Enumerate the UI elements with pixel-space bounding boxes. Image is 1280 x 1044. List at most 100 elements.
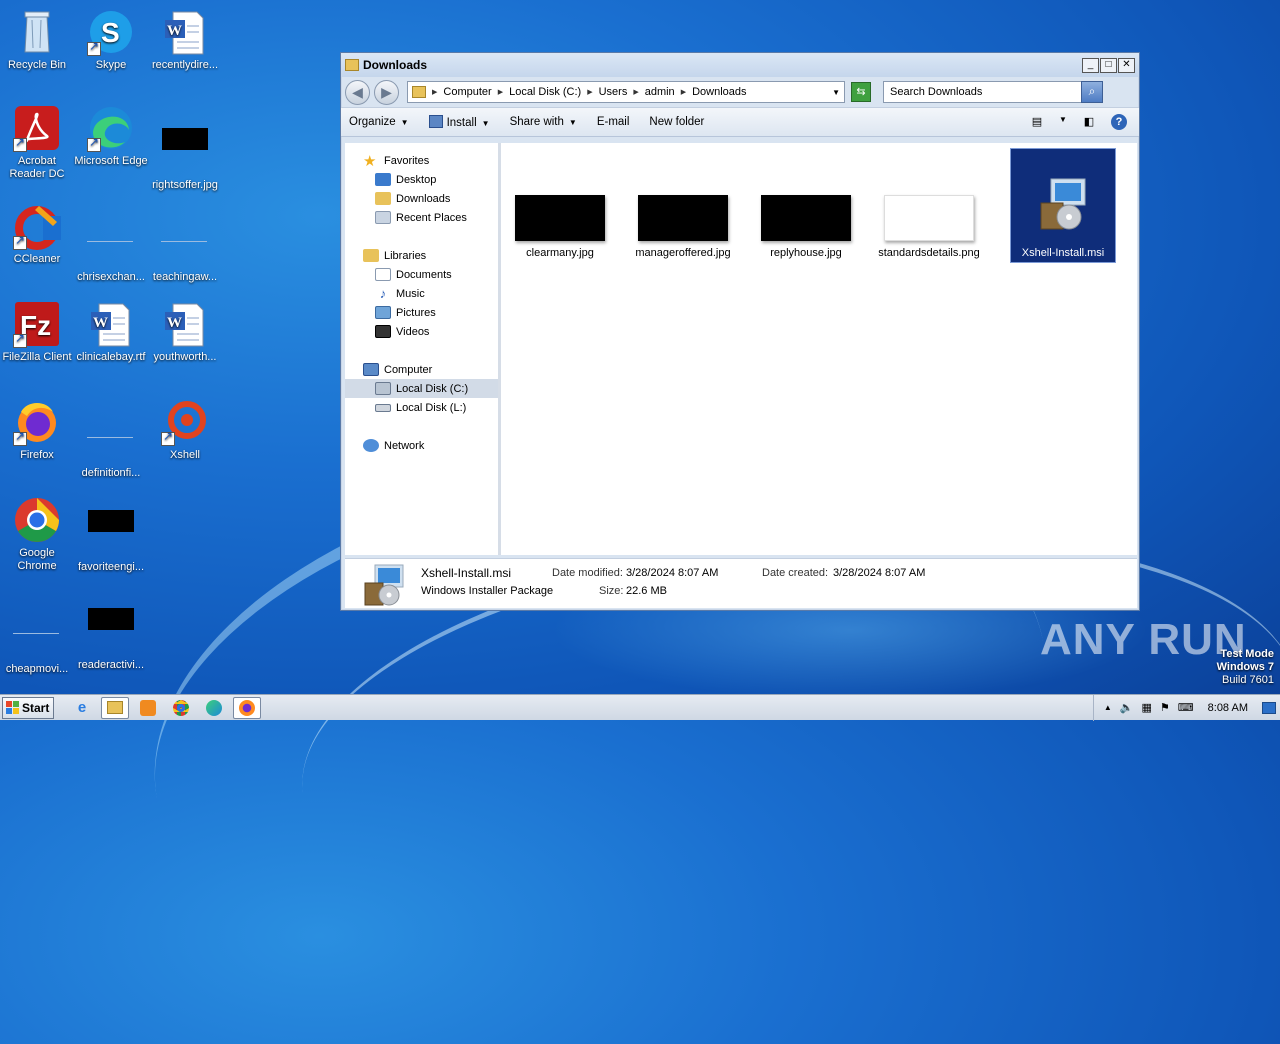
desktop-icon-skype[interactable]: S Skype bbox=[74, 8, 148, 72]
desktop-icon-filezilla[interactable]: Fz FileZilla Client bbox=[0, 300, 74, 364]
keyboard-icon[interactable]: ⌨ bbox=[1178, 701, 1194, 714]
file-item[interactable]: manageroffered.jpg bbox=[632, 195, 734, 260]
network-status-icon[interactable]: ▦ bbox=[1141, 701, 1151, 714]
volume-icon[interactable]: 🔈 bbox=[1120, 701, 1134, 714]
desktop-icon-readeractivi[interactable]: readeractivi... bbox=[74, 594, 148, 672]
back-button[interactable]: ◀ bbox=[345, 79, 370, 105]
desktop-icon-label: Google Chrome bbox=[17, 547, 57, 572]
image-thumbnail bbox=[761, 195, 851, 241]
desktop-icon-label: Acrobat Reader DC bbox=[9, 155, 65, 180]
desktop-icon-clinicalebay[interactable]: W clinicalebay.rtf bbox=[74, 300, 148, 364]
desktop-icon-definitionfi[interactable]: definitionfi... bbox=[74, 398, 148, 480]
preview-pane-icon[interactable]: ◧ bbox=[1081, 115, 1097, 129]
nav-local-disk-c[interactable]: Local Disk (C:) bbox=[345, 379, 498, 398]
svg-text:S: S bbox=[101, 17, 120, 48]
ie-taskbar-icon[interactable]: e bbox=[68, 697, 96, 719]
desktop-icon-edge[interactable]: Microsoft Edge bbox=[74, 104, 148, 168]
breadcrumb-separator-icon: ▶ bbox=[587, 89, 593, 96]
clock[interactable]: 8:08 AM bbox=[1208, 702, 1248, 714]
chrome-taskbar-icon[interactable] bbox=[167, 697, 195, 719]
network-icon bbox=[363, 439, 379, 452]
action-center-icon[interactable]: ⚑ bbox=[1160, 701, 1170, 714]
nav-network[interactable]: Network bbox=[345, 436, 498, 455]
organize-button[interactable]: Organize ▼ bbox=[349, 116, 409, 128]
install-button[interactable]: Install ▼ bbox=[428, 115, 490, 129]
desktop-icon-label: rightsoffer.jpg bbox=[152, 179, 218, 191]
show-hidden-icons-icon[interactable]: ▲ bbox=[1104, 703, 1112, 712]
search-icon[interactable]: ⌕ bbox=[1081, 81, 1103, 103]
forward-button[interactable]: ▶ bbox=[374, 79, 399, 105]
nav-videos[interactable]: Videos bbox=[345, 322, 498, 341]
desktop-icon-favoriteengi[interactable]: favoriteengi... bbox=[74, 496, 148, 574]
nav-desktop[interactable]: Desktop bbox=[345, 170, 498, 189]
view-dropdown-icon[interactable]: ▼ bbox=[1059, 115, 1067, 129]
desktop-icon-xshell[interactable]: Xshell bbox=[148, 398, 222, 462]
filezilla-icon: Fz bbox=[13, 300, 61, 348]
nav-favorites[interactable]: ★ Favorites bbox=[345, 151, 498, 170]
computer-icon bbox=[363, 363, 379, 376]
edge-taskbar-icon[interactable] bbox=[200, 697, 228, 719]
desktop-icon-recentlydire[interactable]: W recentlydire... bbox=[148, 8, 222, 72]
nav-computer[interactable]: Computer bbox=[345, 360, 498, 379]
desktop-icon-chrisexchan[interactable]: chrisexchan... bbox=[74, 202, 148, 284]
desktop-icon bbox=[375, 173, 391, 186]
search-box[interactable]: Search Downloads ⌕ bbox=[883, 81, 1103, 103]
taskbar: Start e ▲ 🔈 ▦ ⚑ ⌨ 8:08 AM bbox=[0, 694, 1280, 721]
breadcrumb-admin[interactable]: admin bbox=[645, 86, 675, 98]
email-button[interactable]: E-mail bbox=[597, 116, 630, 128]
media-player-taskbar-icon[interactable] bbox=[134, 697, 162, 719]
maximize-button[interactable]: □ bbox=[1100, 57, 1117, 73]
desktop-icon-ccleaner[interactable]: CCleaner bbox=[0, 202, 74, 266]
nav-downloads[interactable]: Downloads bbox=[345, 189, 498, 208]
help-icon[interactable]: ? bbox=[1111, 114, 1127, 130]
explorer-window: Downloads _ □ ✕ ◀ ▶ ▶ Computer ▶ Local D… bbox=[340, 52, 1140, 611]
start-button[interactable]: Start bbox=[2, 696, 54, 719]
nav-documents[interactable]: Documents bbox=[345, 265, 498, 284]
image-thumbnail bbox=[884, 195, 974, 241]
desktop-icon-recycle-bin[interactable]: Recycle Bin bbox=[0, 8, 74, 72]
desktop-icon-rightsoffer[interactable]: rightsoffer.jpg bbox=[148, 104, 222, 192]
new-folder-button[interactable]: New folder bbox=[649, 116, 704, 128]
file-item[interactable]: clearmany.jpg bbox=[509, 195, 611, 260]
close-button[interactable]: ✕ bbox=[1118, 57, 1135, 73]
nav-pictures[interactable]: Pictures bbox=[345, 303, 498, 322]
address-dropdown-icon[interactable]: ▼ bbox=[832, 88, 840, 97]
breadcrumb-users[interactable]: Users bbox=[599, 86, 628, 98]
nav-local-disk-l[interactable]: Local Disk (L:) bbox=[345, 398, 498, 417]
breadcrumb-separator-icon: ▶ bbox=[432, 89, 438, 96]
breadcrumb-separator-icon: ▶ bbox=[680, 89, 687, 96]
image-thumbnail bbox=[638, 195, 728, 241]
nav-music[interactable]: ♪ Music bbox=[345, 284, 498, 303]
nav-libraries[interactable]: Libraries bbox=[345, 246, 498, 265]
title-bar[interactable]: Downloads _ □ ✕ bbox=[341, 53, 1139, 77]
desktop-icon-label: CCleaner bbox=[13, 253, 61, 265]
view-options-icon[interactable]: ▤ bbox=[1029, 115, 1045, 129]
share-with-button[interactable]: Share with ▼ bbox=[510, 116, 577, 128]
desktop-icon-label: favoriteengi... bbox=[77, 561, 145, 573]
refresh-button[interactable]: ⇆ bbox=[851, 82, 871, 102]
firefox-taskbar-icon[interactable] bbox=[233, 696, 261, 719]
nav-recent-places[interactable]: Recent Places bbox=[345, 208, 498, 227]
desktop-icon-youthworth[interactable]: W youthworth... bbox=[148, 300, 222, 364]
show-desktop-button[interactable] bbox=[1262, 701, 1276, 714]
desktop-icon-teachingaw[interactable]: teachingaw... bbox=[148, 202, 222, 284]
desktop-icon-label: Microsoft Edge bbox=[74, 155, 148, 167]
desktop-icon-acrobat[interactable]: Acrobat Reader DC bbox=[0, 104, 74, 181]
file-list: clearmany.jpg manageroffered.jpg replyho… bbox=[505, 143, 1137, 555]
file-item-selected[interactable]: Xshell-Install.msi bbox=[1010, 148, 1116, 263]
image-file-icon bbox=[87, 510, 135, 558]
file-item[interactable]: standardsdetails.png bbox=[878, 195, 980, 260]
desktop-icon-chrome[interactable]: Google Chrome bbox=[0, 496, 74, 573]
desktop-icon-cheapmovi[interactable]: cheapmovi... bbox=[0, 594, 74, 676]
address-bar[interactable]: ▶ Computer ▶ Local Disk (C:) ▶ Users ▶ a… bbox=[407, 81, 845, 103]
breadcrumb-computer[interactable]: Computer bbox=[443, 86, 491, 98]
desktop-icon-label: Xshell bbox=[170, 449, 200, 461]
search-input[interactable]: Search Downloads bbox=[890, 86, 982, 98]
explorer-taskbar-icon[interactable] bbox=[101, 696, 129, 719]
breadcrumb-downloads[interactable]: Downloads bbox=[692, 86, 746, 98]
breadcrumb-local-disk[interactable]: Local Disk (C:) bbox=[509, 86, 581, 98]
minimize-button[interactable]: _ bbox=[1082, 57, 1099, 73]
file-item[interactable]: replyhouse.jpg bbox=[755, 195, 857, 260]
desktop-icon-firefox[interactable]: Firefox bbox=[0, 398, 74, 462]
svg-text:W: W bbox=[167, 315, 182, 331]
